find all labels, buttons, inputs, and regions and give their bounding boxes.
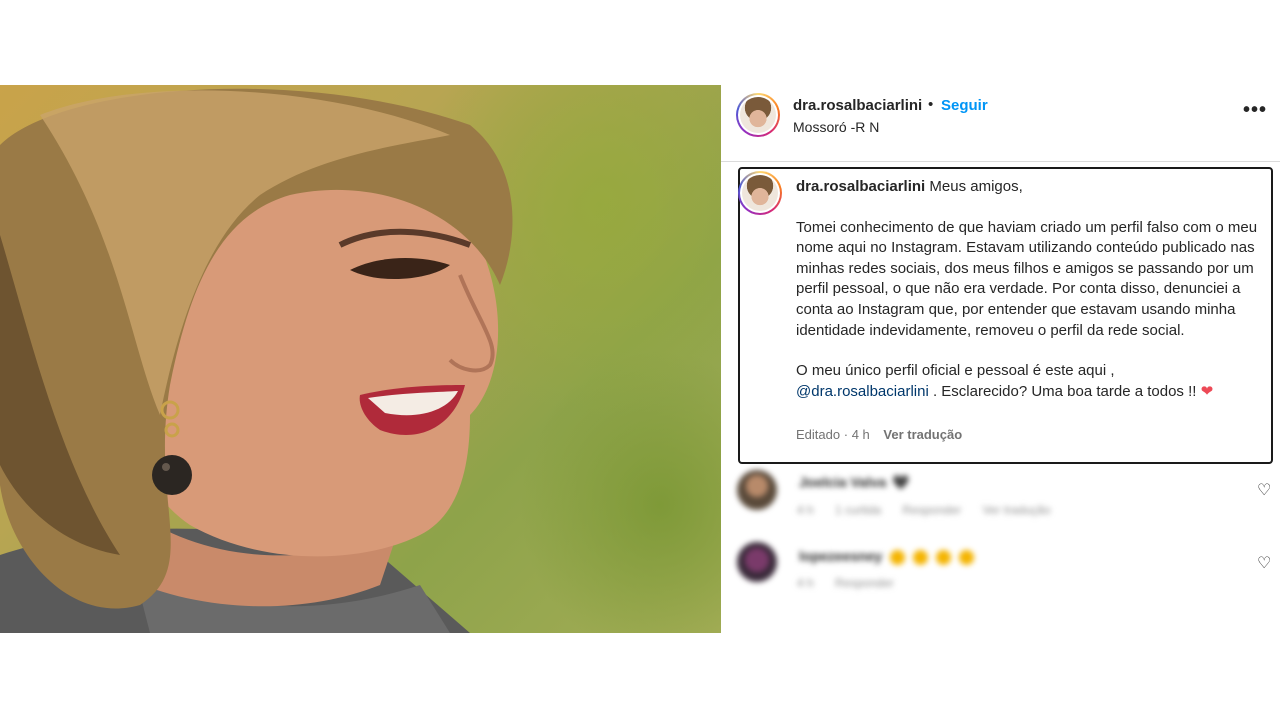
see-translation-button[interactable]: Ver tradução [883,427,962,442]
caption-meta: Editado · 4 h Ver tradução [796,427,962,442]
comment-time[interactable]: 4 h [797,576,814,590]
comment-item: Joelcia Valva 🖤 4 h 1 curtida Responder V… [721,468,1280,528]
caption-time[interactable]: 4 h [852,427,870,442]
portrait-illustration [0,88,513,633]
caption-paragraph: O meu único perfil oficial e pessoal é e… [796,361,1261,402]
clapping-hands-icon [890,549,906,565]
more-options-icon[interactable]: ••• [1243,99,1267,122]
post-photo[interactable] [0,85,721,633]
profile-photo [742,175,778,211]
commenter-username[interactable]: Joelcia Valva 🖤 [799,474,910,491]
reply-button[interactable]: Responder [835,576,894,590]
clapping-hands-icon [935,549,951,565]
commenter-avatar[interactable] [737,470,777,510]
separator-dot: • [928,96,934,113]
clapping-hands-icon [958,549,974,565]
post-side-panel: dra.rosalbaciarlini • Seguir Mossoró -R … [721,85,1280,633]
author-avatar[interactable] [736,93,780,137]
commenter-username[interactable]: lopezeesney [799,548,974,565]
comment-meta: 4 h 1 curtida Responder Ver tradução [797,503,1069,517]
caption-paragraph: Tomei conhecimento de que haviam criado … [796,218,1258,339]
clapping-hands-icon [913,549,929,565]
header-divider [721,161,1280,162]
see-translation-button[interactable]: Ver tradução [982,503,1050,517]
caption-username[interactable]: dra.rosalbaciarlini [796,178,925,195]
mention-link[interactable]: @dra.rosalbaciarlini [796,383,929,400]
heart-outline-icon[interactable]: ♡ [1257,553,1271,573]
caption-line: O meu único perfil oficial e pessoal é e… [796,362,1115,380]
profile-photo [740,97,776,133]
follow-button[interactable]: Seguir [941,97,988,114]
comment-meta: 4 h Responder [797,576,912,590]
edited-label: Editado [796,427,841,442]
time-separator: · [843,427,849,442]
post-header: dra.rosalbaciarlini • Seguir Mossoró -R … [721,85,1280,147]
heart-outline-icon[interactable]: ♡ [1257,480,1271,500]
caption-text: dra.rosalbaciarlini Meus amigos, Tomei c… [796,177,1261,402]
caption-line: . Esclarecido? Uma boa tarde a todos !! [932,382,1197,400]
post-caption: dra.rosalbaciarlini Meus amigos, Tomei c… [738,167,1273,464]
post-location[interactable]: Mossoró -R N [793,119,879,135]
caption-greeting: Meus amigos, [929,178,1023,195]
reply-button[interactable]: Responder [902,503,961,517]
author-username[interactable]: dra.rosalbaciarlini [793,97,922,114]
red-heart-icon: ❤ [1200,382,1214,400]
comment-likes[interactable]: 1 curtida [835,503,881,517]
caption-avatar[interactable] [738,171,782,215]
comment-item: lopezeesney 4 h Responder ♡ [721,540,1280,600]
comment-time[interactable]: 4 h [797,503,814,517]
comment-text: 🖤 [892,474,910,490]
commenter-avatar[interactable] [737,542,777,582]
